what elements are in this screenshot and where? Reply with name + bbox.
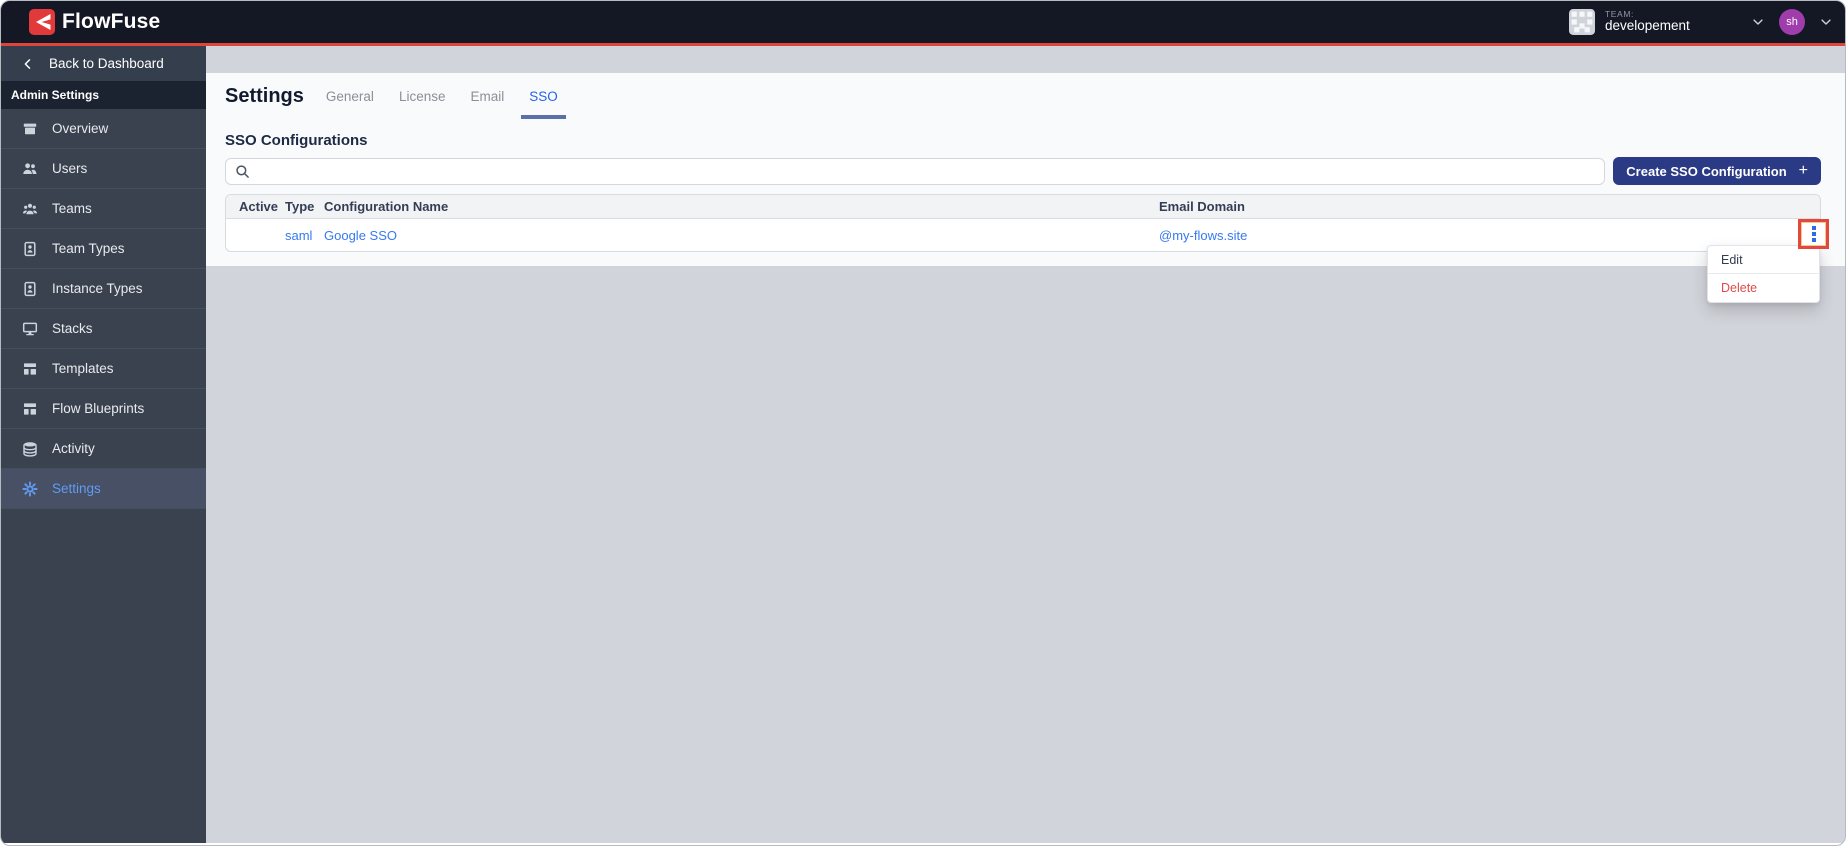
sidebar-item-instance-types[interactable]: Instance Types	[1, 269, 206, 309]
sidebar-item-label: Templates	[52, 361, 114, 376]
page-title: Settings	[225, 84, 304, 107]
team-texts: TEAM: developement	[1605, 9, 1751, 34]
table-row[interactable]: saml Google SSO @my-flows.site	[226, 219, 1820, 251]
sidebar-item-label: Instance Types	[52, 281, 143, 296]
team-selector[interactable]: TEAM: developement	[1569, 9, 1765, 35]
users-icon	[23, 162, 37, 174]
template-icon	[24, 362, 36, 375]
tab-general[interactable]: General	[318, 73, 382, 119]
cell-email-domain-link[interactable]: @my-flows.site	[1159, 228, 1820, 243]
sidebar-item-label: Activity	[52, 441, 95, 456]
sidebar-item-label: Flow Blueprints	[52, 401, 145, 416]
search-icon	[236, 164, 249, 178]
column-header-configuration-name: Configuration Name	[324, 199, 449, 214]
back-to-dashboard-button[interactable]: Back to Dashboard	[1, 46, 206, 81]
search-input[interactable]	[258, 163, 1596, 179]
overview-icon	[23, 123, 37, 134]
sidebar-item-stacks[interactable]: Stacks	[1, 309, 206, 349]
tab-email[interactable]: Email	[462, 73, 512, 119]
settings-tabs: General License Email SSO	[318, 73, 566, 119]
back-to-dashboard-label: Back to Dashboard	[49, 56, 164, 71]
row-kebab-menu-button[interactable]	[1798, 219, 1829, 249]
create-sso-button-label: Create SSO Configuration	[1626, 163, 1787, 179]
top-right-controls: TEAM: developement sh	[1569, 9, 1833, 35]
sidebar-item-label: Stacks	[52, 321, 93, 336]
main-content: Settings General License Email SSO SSO C…	[206, 46, 1845, 843]
flowfuse-logo-icon	[29, 9, 55, 35]
kebab-icon	[1811, 226, 1816, 230]
app-window: FlowFuse TEAM: developement sh Back to D…	[0, 0, 1846, 846]
sidebar-item-label: Users	[52, 161, 88, 176]
user-avatar[interactable]: sh	[1779, 9, 1805, 35]
sidebar-item-label: Settings	[52, 481, 101, 496]
cell-type-link[interactable]: saml	[285, 228, 324, 243]
sidebar-item-templates[interactable]: Templates	[1, 349, 206, 389]
tab-license[interactable]: License	[391, 73, 454, 119]
template-icon	[24, 402, 36, 415]
column-header-active: Active	[239, 199, 279, 214]
brand-name: FlowFuse	[62, 10, 161, 33]
team-name: developement	[1605, 18, 1690, 34]
team-avatar	[1569, 9, 1595, 35]
column-header-type: Type	[285, 199, 315, 214]
team-chevron-down-icon[interactable]	[1751, 15, 1765, 29]
column-header-email-domain: Email Domain	[1159, 199, 1245, 214]
kebab-icon	[1811, 238, 1816, 242]
sidebar-item-activity[interactable]: Activity	[1, 429, 206, 469]
database-icon	[23, 441, 37, 457]
section-title: SSO Configurations	[225, 132, 368, 149]
menu-item-edit[interactable]: Edit	[1708, 246, 1819, 274]
sidebar-item-teams[interactable]: Teams	[1, 189, 206, 229]
sidebar-item-label: Teams	[52, 201, 92, 216]
brand[interactable]: FlowFuse	[29, 9, 160, 35]
badge-icon	[24, 281, 36, 296]
top-navbar: FlowFuse TEAM: developement sh	[1, 1, 1845, 43]
badge-icon	[24, 241, 36, 256]
sso-configurations-table: Active Type Configuration Name Email Dom…	[225, 194, 1821, 252]
sidebar-item-team-types[interactable]: Team Types	[1, 229, 206, 269]
sidebar: Back to Dashboard Admin Settings Overvie…	[1, 46, 206, 843]
cell-configuration-name-link[interactable]: Google SSO	[324, 228, 1159, 243]
search-box	[225, 157, 1606, 185]
gear-icon	[22, 480, 38, 497]
row-context-menu: Edit Delete	[1707, 245, 1820, 303]
menu-item-delete[interactable]: Delete	[1708, 274, 1819, 302]
plus-icon: +	[1798, 162, 1808, 179]
sidebar-item-label: Team Types	[52, 241, 125, 256]
chevron-left-icon	[24, 58, 31, 69]
sidebar-item-flow-blueprints[interactable]: Flow Blueprints	[1, 389, 206, 429]
kebab-icon	[1811, 232, 1816, 236]
table-header-row: Active Type Configuration Name Email Dom…	[226, 195, 1820, 219]
sidebar-item-users[interactable]: Users	[1, 149, 206, 189]
settings-panel: Settings General License Email SSO SSO C…	[206, 73, 1845, 266]
user-menu-chevron-down-icon[interactable]	[1819, 15, 1833, 29]
tab-sso[interactable]: SSO	[521, 73, 566, 119]
sidebar-item-label: Overview	[52, 121, 109, 136]
create-sso-configuration-button[interactable]: Create SSO Configuration +	[1613, 157, 1821, 185]
teams-icon	[22, 203, 38, 214]
sidebar-item-overview[interactable]: Overview	[1, 109, 206, 149]
desktop-icon	[22, 322, 38, 335]
sidebar-item-settings[interactable]: Settings	[1, 469, 206, 509]
admin-settings-section-label: Admin Settings	[1, 81, 206, 109]
